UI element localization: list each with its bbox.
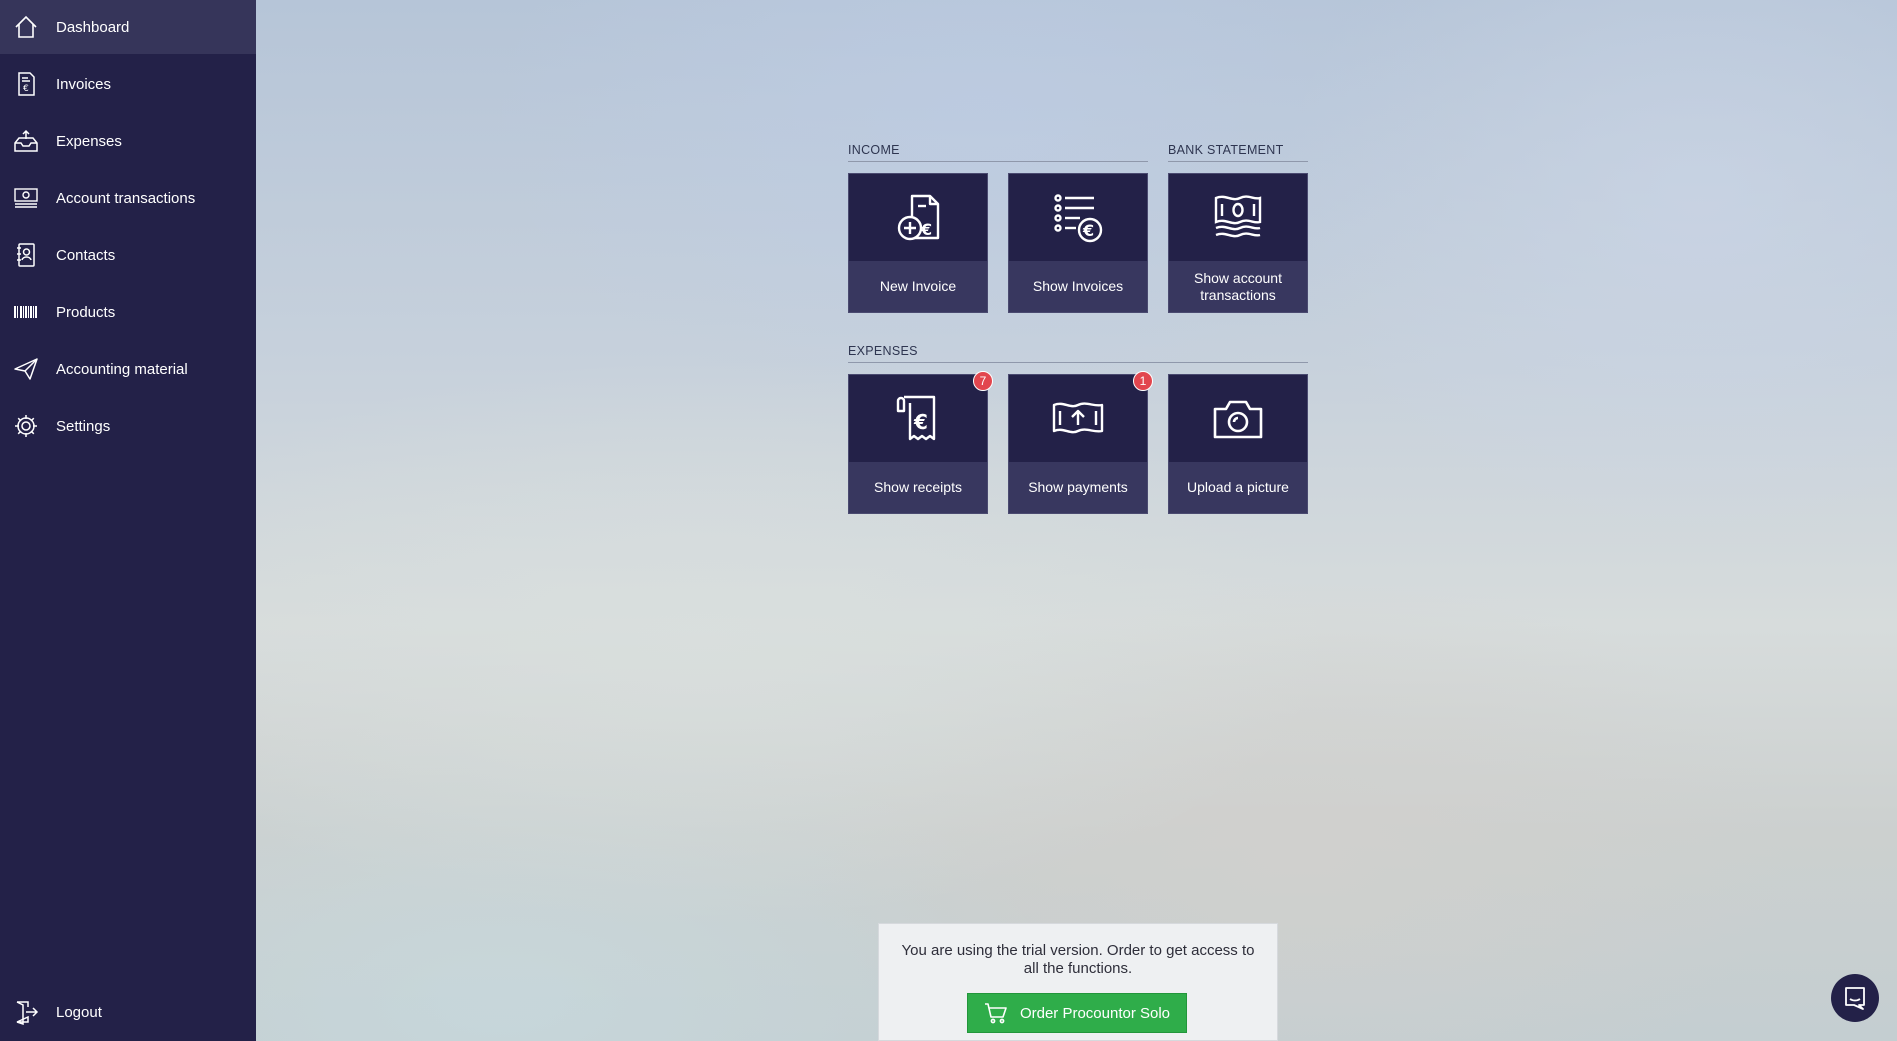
- show-payments-tile[interactable]: Show payments 1: [1008, 371, 1153, 514]
- order-procountor-solo-button[interactable]: Order Procountor Solo: [967, 993, 1187, 1033]
- tile-label: Show account transactions: [1169, 261, 1307, 312]
- inbox-icon: [12, 127, 40, 155]
- sidebar-item-label: Contacts: [56, 246, 116, 264]
- svg-text:€: €: [913, 410, 928, 434]
- tile-label: Upload a picture: [1169, 462, 1307, 513]
- sidebar-item-dashboard[interactable]: Dashboard: [0, 0, 256, 54]
- svg-text:€: €: [23, 84, 29, 94]
- logout-icon: [12, 998, 40, 1026]
- sidebar-item-label: Products: [56, 303, 116, 321]
- svg-text:€: €: [920, 220, 932, 239]
- trial-notice: You are using the trial version. Order t…: [878, 923, 1278, 1041]
- income-section-title: INCOME: [848, 143, 1148, 162]
- send-icon: [12, 355, 40, 383]
- cart-icon: [984, 1003, 1007, 1024]
- upload-picture-tile[interactable]: Upload a picture: [1168, 374, 1308, 514]
- new-invoice-tile[interactable]: € New Invoice: [848, 173, 988, 313]
- home-icon: [12, 13, 40, 41]
- tile-label: New Invoice: [849, 261, 987, 312]
- receipts-count-badge: 7: [973, 371, 993, 391]
- receipt-icon: €: [849, 375, 987, 462]
- svg-text:€: €: [1082, 221, 1094, 240]
- barcode-icon: [12, 298, 40, 326]
- new-invoice-icon: €: [849, 174, 987, 261]
- contacts-book-icon: [12, 241, 40, 269]
- chat-icon: [1845, 987, 1865, 1010]
- gear-icon: [12, 412, 40, 440]
- sidebar-item-label: Invoices: [56, 75, 112, 93]
- sidebar-item-products[interactable]: Products: [0, 285, 256, 339]
- payments-count-badge: 1: [1133, 371, 1153, 391]
- camera-icon: [1169, 375, 1307, 462]
- bank-statement-section-title: BANK STATEMENT: [1168, 143, 1308, 162]
- sidebar-item-expenses[interactable]: Expenses: [0, 114, 256, 168]
- sidebar-item-account-transactions[interactable]: Account transactions: [0, 171, 256, 225]
- tile-label: Show Invoices: [1009, 261, 1147, 312]
- sidebar-item-label: Expenses: [56, 132, 122, 150]
- invoice-list-icon: €: [1009, 174, 1147, 261]
- sidebar-item-contacts[interactable]: Contacts: [0, 228, 256, 282]
- banknotes-icon: [1169, 174, 1307, 261]
- payment-upload-icon: [1009, 375, 1147, 462]
- sidebar-item-invoices[interactable]: € Invoices: [0, 57, 256, 111]
- show-receipts-tile[interactable]: € Show receipts 7: [848, 371, 993, 514]
- sidebar: Dashboard € Invoices Expenses Account tr…: [0, 0, 256, 1041]
- banknote-icon: [12, 184, 40, 212]
- order-button-label: Order Procountor Solo: [1019, 1004, 1171, 1022]
- trial-notice-text: You are using the trial version. Order t…: [901, 942, 1255, 977]
- tile-label: Show payments: [1009, 462, 1147, 513]
- sidebar-item-logout[interactable]: Logout: [0, 985, 256, 1039]
- sidebar-item-label: Account transactions: [56, 189, 196, 207]
- sidebar-item-settings[interactable]: Settings: [0, 399, 256, 453]
- sidebar-item-label: Accounting material: [56, 360, 188, 378]
- chat-button[interactable]: [1831, 974, 1879, 1022]
- sidebar-item-accounting-material[interactable]: Accounting material: [0, 342, 256, 396]
- sidebar-item-label: Dashboard: [56, 18, 130, 36]
- show-account-transactions-tile[interactable]: Show account transactions: [1168, 173, 1308, 313]
- show-invoices-tile[interactable]: € Show Invoices: [1008, 173, 1148, 313]
- tile-label: Show receipts: [849, 462, 987, 513]
- sidebar-item-label: Logout: [56, 1003, 102, 1021]
- sidebar-item-label: Settings: [56, 417, 111, 435]
- expenses-section-title: EXPENSES: [848, 344, 1308, 363]
- invoice-icon: €: [12, 70, 40, 98]
